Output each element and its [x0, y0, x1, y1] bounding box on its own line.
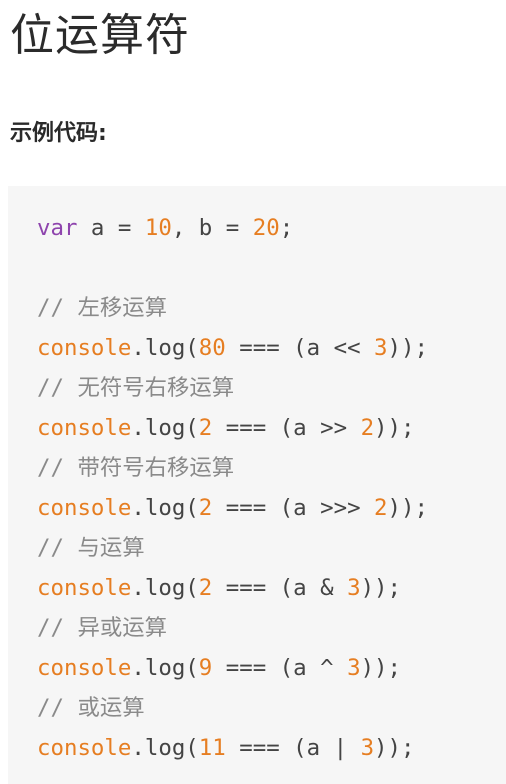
code-text: ));	[387, 335, 428, 361]
code-line: console.log(11 === (a | 3));	[37, 728, 506, 768]
code-text: === (a >>>	[212, 495, 375, 521]
number-token: 3	[374, 335, 388, 361]
code-line: // 带符号右移运算	[37, 448, 506, 488]
code-text: .log(	[131, 495, 199, 521]
code-text: === (a >>	[212, 415, 361, 441]
code-text: ;	[279, 215, 294, 241]
number-token: 2	[360, 415, 375, 441]
code-text: .log(	[131, 335, 199, 361]
code-text: .log(	[131, 735, 199, 761]
code-line: // 无符号右移运算	[37, 368, 506, 408]
number-token: 3	[347, 655, 361, 681]
number-token: 80	[198, 335, 226, 361]
code-block[interactable]: var a = 10, b = 20; // 左移运算 console.log(8…	[8, 186, 506, 784]
code-text: ));	[360, 655, 402, 681]
code-line: console.log(2 === (a >>> 2));	[37, 488, 506, 528]
code-text: === (a &	[212, 575, 348, 601]
code-lines: var a = 10, b = 20; // 左移运算 console.log(8…	[37, 208, 506, 768]
keyword-token: var	[37, 215, 78, 241]
code-line: // 与运算	[37, 528, 506, 568]
code-text: === (a <<	[225, 335, 375, 361]
number-token: 3	[360, 735, 375, 761]
number-token: 2	[198, 575, 213, 601]
code-text: ));	[374, 735, 415, 761]
code-text: === (a ^	[212, 655, 348, 681]
object-token: console	[37, 735, 132, 761]
section-label: 示例代码:	[10, 121, 107, 146]
code-comment: // 与运算	[37, 535, 145, 561]
code-comment: // 带符号右移运算	[37, 455, 235, 481]
object-token: console	[37, 575, 132, 601]
code-line: // 或运算	[37, 688, 506, 728]
code-text: === (a |	[225, 735, 361, 761]
number-token: 11	[198, 735, 226, 761]
code-text: .log(	[131, 575, 199, 601]
number-token: 2	[198, 495, 213, 521]
code-text: .log(	[131, 415, 199, 441]
code-line: console.log(2 === (a & 3));	[37, 568, 506, 608]
number-token: 20	[252, 215, 280, 241]
object-token: console	[37, 415, 132, 441]
code-comment: // 或运算	[37, 695, 145, 721]
number-token: 2	[374, 495, 388, 521]
code-comment: // 左移运算	[37, 295, 168, 321]
code-line: // 左移运算	[37, 288, 506, 328]
code-text: a =	[77, 215, 145, 241]
object-token: console	[37, 335, 132, 361]
code-text: ));	[387, 495, 428, 521]
code-text: ));	[360, 575, 402, 601]
number-token: 2	[198, 415, 213, 441]
code-line: var a = 10, b = 20;	[37, 208, 506, 248]
object-token: console	[37, 495, 132, 521]
number-token: 10	[144, 215, 172, 241]
code-line: console.log(2 === (a >> 2));	[37, 408, 506, 448]
code-text: ));	[374, 415, 415, 441]
number-token: 9	[198, 655, 213, 681]
code-text: .log(	[131, 655, 199, 681]
code-comment: // 无符号右移运算	[37, 375, 235, 401]
number-token: 3	[347, 575, 361, 601]
code-comment: // 异或运算	[37, 615, 168, 641]
page-title: 位运算符	[10, 10, 190, 61]
code-text: , b =	[171, 215, 253, 241]
code-line: console.log(80 === (a << 3));	[37, 328, 506, 368]
object-token: console	[37, 655, 132, 681]
code-line: // 异或运算	[37, 608, 506, 648]
code-line: console.log(9 === (a ^ 3));	[37, 648, 506, 688]
